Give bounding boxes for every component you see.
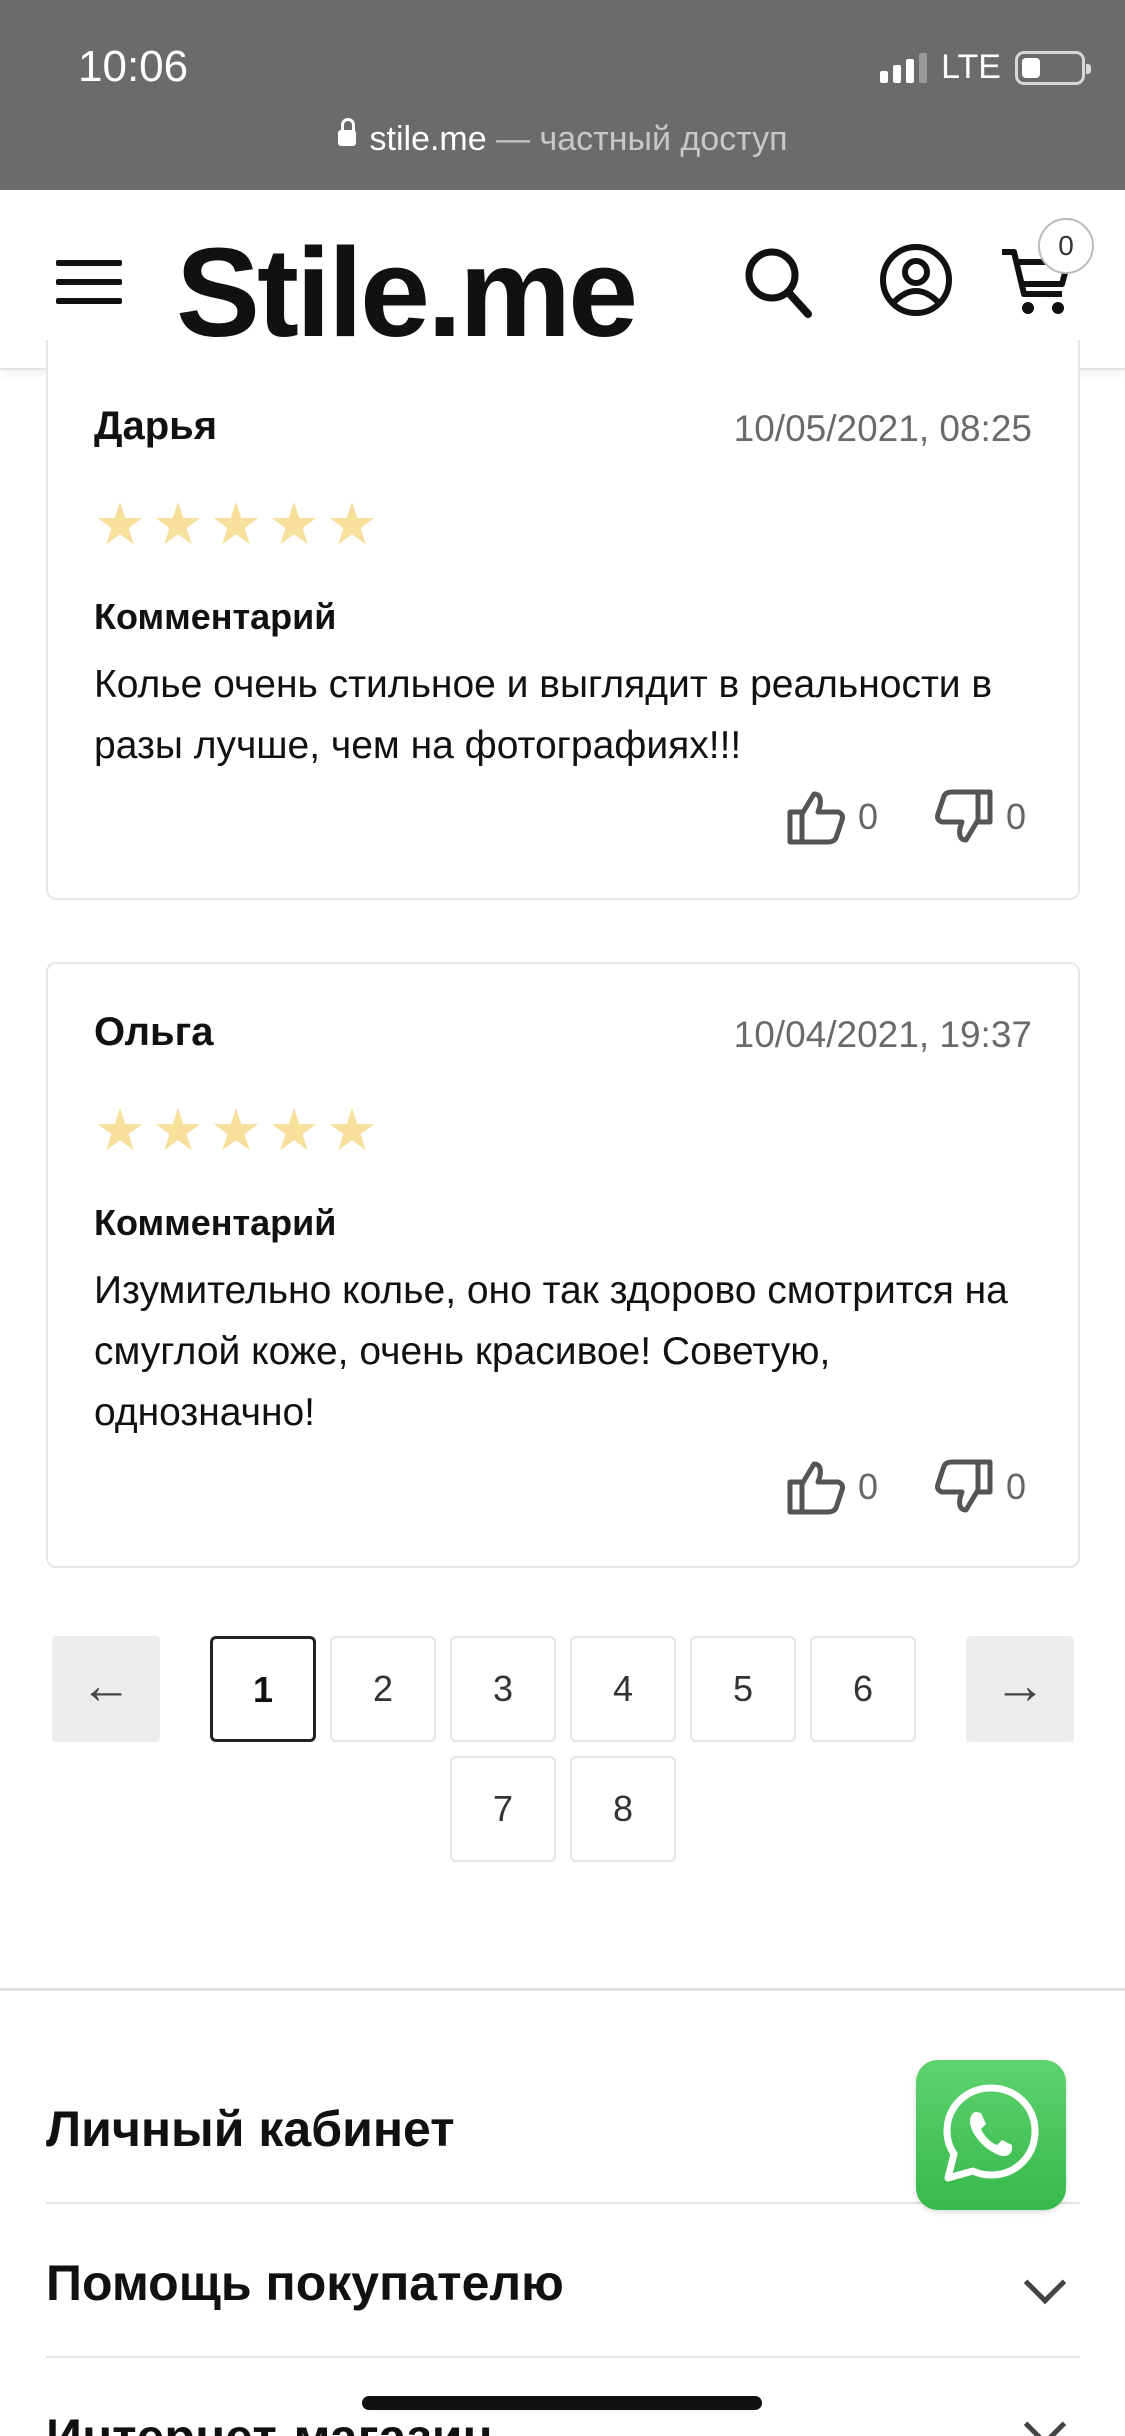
review-text: Изумительно колье, оно так здорово смотр… xyxy=(94,1269,1008,1434)
pagination-page-5[interactable]: 5 xyxy=(690,1636,796,1742)
star-icon: ★ xyxy=(326,492,378,557)
status-bar: 10:06 LTE stile.me — частный доступ xyxy=(0,0,1125,190)
dislike-count: 0 xyxy=(1005,1466,1026,1507)
review-rating: ★ ★ ★ ★ ★ xyxy=(94,496,378,554)
thumbs-up-icon xyxy=(787,791,845,845)
battery-icon xyxy=(1015,50,1091,85)
star-icon: ★ xyxy=(326,1098,378,1163)
star-icon: ★ xyxy=(210,1098,262,1163)
dislike-count: 0 xyxy=(1005,796,1026,837)
whatsapp-icon xyxy=(943,2084,1039,2182)
like-button[interactable]: 0 xyxy=(786,1458,878,1516)
status-indicators: LTE xyxy=(880,48,1091,87)
like-count: 0 xyxy=(857,796,878,837)
star-icon: ★ xyxy=(210,492,262,557)
pagination-prev-button[interactable]: ← xyxy=(52,1636,160,1742)
star-icon: ★ xyxy=(268,1098,320,1163)
comment-label: Комментарий xyxy=(94,596,337,637)
chevron-down-icon xyxy=(1023,2403,1067,2436)
review-card: Ольга 10/04/2021, 19:37 ★ ★ ★ ★ ★ Комментари… xyxy=(46,962,1080,1568)
menu-icon[interactable] xyxy=(56,260,122,304)
review-date: 10/05/2021, 08:25 xyxy=(733,408,1032,449)
dislike-button[interactable]: 0 xyxy=(934,1458,1026,1516)
footer-section-title: Личный кабинет xyxy=(46,2101,455,2157)
footer-section-title: Помощь покупателю xyxy=(46,2255,564,2311)
review-rating: ★ ★ ★ ★ ★ xyxy=(94,1102,378,1160)
star-icon: ★ xyxy=(94,1098,146,1163)
review-card: Дарья 10/05/2021, 08:25 ★ ★ ★ ★ ★ Комментари… xyxy=(46,340,1080,900)
address-bar[interactable]: stile.me — частный доступ xyxy=(0,118,1125,159)
dislike-button[interactable]: 0 xyxy=(934,788,1026,846)
comment-label: Комментарий xyxy=(94,1202,337,1243)
thumbs-up-icon xyxy=(787,1461,845,1515)
user-icon[interactable] xyxy=(878,242,954,318)
pagination-page-6[interactable]: 6 xyxy=(810,1636,916,1742)
review-text: Колье очень стильное и выглядит в реальн… xyxy=(94,663,993,767)
footer-section-title: Интернет-магазин xyxy=(46,2408,493,2436)
like-count: 0 xyxy=(857,1466,878,1507)
review-votes: 0 0 xyxy=(786,788,1026,846)
pagination-page-8[interactable]: 8 xyxy=(570,1756,676,1862)
status-time: 10:06 xyxy=(78,42,189,91)
whatsapp-button[interactable] xyxy=(916,2060,1066,2210)
url-text: stile.me xyxy=(369,120,487,158)
signal-icon xyxy=(880,52,928,83)
review-date: 10/04/2021, 19:37 xyxy=(733,1014,1032,1055)
search-icon[interactable] xyxy=(742,244,814,320)
footer-divider xyxy=(0,1988,1125,1991)
lock-icon xyxy=(337,118,356,147)
home-indicator xyxy=(362,2396,762,2410)
pagination-page-2[interactable]: 2 xyxy=(330,1636,436,1742)
network-label: LTE xyxy=(941,48,1001,86)
star-icon: ★ xyxy=(268,492,320,557)
review-author: Ольга xyxy=(94,1010,214,1054)
pagination-page-7[interactable]: 7 xyxy=(450,1756,556,1862)
star-icon: ★ xyxy=(94,492,146,557)
pagination-page-4[interactable]: 4 xyxy=(570,1636,676,1742)
thumbs-down-icon xyxy=(934,789,993,843)
like-button[interactable]: 0 xyxy=(786,788,878,846)
star-icon: ★ xyxy=(152,492,204,557)
footer-section-help[interactable]: Помощь покупателю xyxy=(46,2208,1080,2358)
review-author: Дарья xyxy=(94,404,218,448)
pagination-next-button[interactable]: → xyxy=(966,1636,1074,1742)
thumbs-down-icon xyxy=(934,1459,993,1513)
pagination-page-3[interactable]: 3 xyxy=(450,1636,556,1742)
chevron-down-icon xyxy=(1023,2261,1067,2305)
pagination-page-1[interactable]: 1 xyxy=(210,1636,316,1742)
review-votes: 0 0 xyxy=(786,1458,1026,1516)
url-suffix: — частный доступ xyxy=(486,120,788,158)
star-icon: ★ xyxy=(152,1098,204,1163)
cart-count-badge: 0 xyxy=(1038,218,1094,274)
